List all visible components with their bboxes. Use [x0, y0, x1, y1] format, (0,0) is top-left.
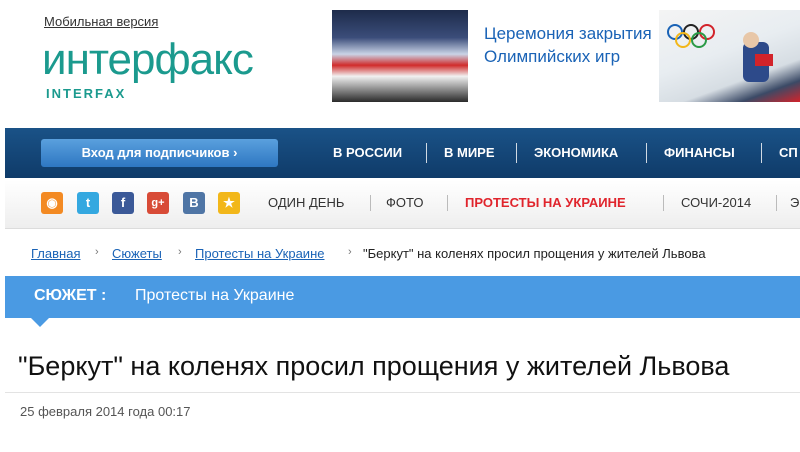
- breadcrumb-current: "Беркут" на коленях просил прощения у жи…: [363, 246, 706, 261]
- story-label: СЮЖЕТ :: [34, 287, 107, 304]
- breadcrumb-separator: ›: [348, 246, 352, 258]
- section-ukraine-protests[interactable]: ПРОТЕСТЫ НА УКРАИНЕ: [465, 180, 626, 226]
- section-sochi-2014[interactable]: СОЧИ-2014: [681, 180, 751, 226]
- nav-item-world[interactable]: В МИРЕ: [444, 128, 495, 178]
- breadcrumb-separator: ›: [178, 246, 182, 258]
- nav-item-finance[interactable]: ФИНАНСЫ: [664, 128, 735, 178]
- subscriber-login-button[interactable]: Вход для подписчиков ›: [41, 139, 278, 167]
- article-date: 25 февраля 2014 года 00:17: [20, 404, 191, 419]
- nav-item-russia[interactable]: В РОССИИ: [333, 128, 402, 178]
- nav-separator: [516, 143, 517, 163]
- promo-photo-closing-ceremony[interactable]: [332, 10, 468, 102]
- section-separator: [370, 195, 371, 211]
- interfax-logo-latin: INTERFAX: [46, 86, 127, 101]
- rss-icon[interactable]: ◉: [41, 192, 63, 214]
- section-one-day[interactable]: ОДИН ДЕНЬ: [268, 180, 344, 226]
- nav-item-economy[interactable]: ЭКОНОМИКА: [534, 128, 618, 178]
- mobile-version-link[interactable]: Мобильная версия: [44, 14, 158, 29]
- section-exclusive[interactable]: ЭКС: [790, 180, 800, 226]
- favorites-star-icon[interactable]: ★: [218, 192, 240, 214]
- nav-separator: [426, 143, 427, 163]
- section-photo[interactable]: ФОТО: [386, 180, 423, 226]
- nav-separator: [646, 143, 647, 163]
- nav-separator: [761, 143, 762, 163]
- vk-icon[interactable]: В: [183, 192, 205, 214]
- facebook-icon[interactable]: f: [112, 192, 134, 214]
- story-bar: [5, 276, 800, 318]
- interfax-logo[interactable]: интерфакс: [42, 38, 254, 82]
- breadcrumb-topic[interactable]: Протесты на Украине: [195, 246, 324, 261]
- breadcrumb-stories[interactable]: Сюжеты: [112, 246, 162, 261]
- promo-photo-biathlon[interactable]: [659, 10, 800, 102]
- headline-divider: [5, 392, 800, 393]
- breadcrumb-separator: ›: [95, 246, 99, 258]
- section-separator: [447, 195, 448, 211]
- section-separator: [663, 195, 664, 211]
- promo-link-closing-ceremony[interactable]: Церемония закрытия Олимпийских игр: [484, 22, 654, 68]
- breadcrumb-home[interactable]: Главная: [31, 246, 80, 261]
- olympic-rings-icon: [667, 24, 773, 82]
- twitter-icon[interactable]: t: [77, 192, 99, 214]
- nav-item-sport[interactable]: СП: [779, 128, 798, 178]
- article-headline: "Беркут" на коленях просил прощения у жи…: [18, 351, 730, 381]
- google-plus-icon[interactable]: g+: [147, 192, 169, 214]
- story-topic-link[interactable]: Протесты на Украине: [135, 287, 294, 305]
- story-bar-pointer: [31, 318, 49, 327]
- section-separator: [776, 195, 777, 211]
